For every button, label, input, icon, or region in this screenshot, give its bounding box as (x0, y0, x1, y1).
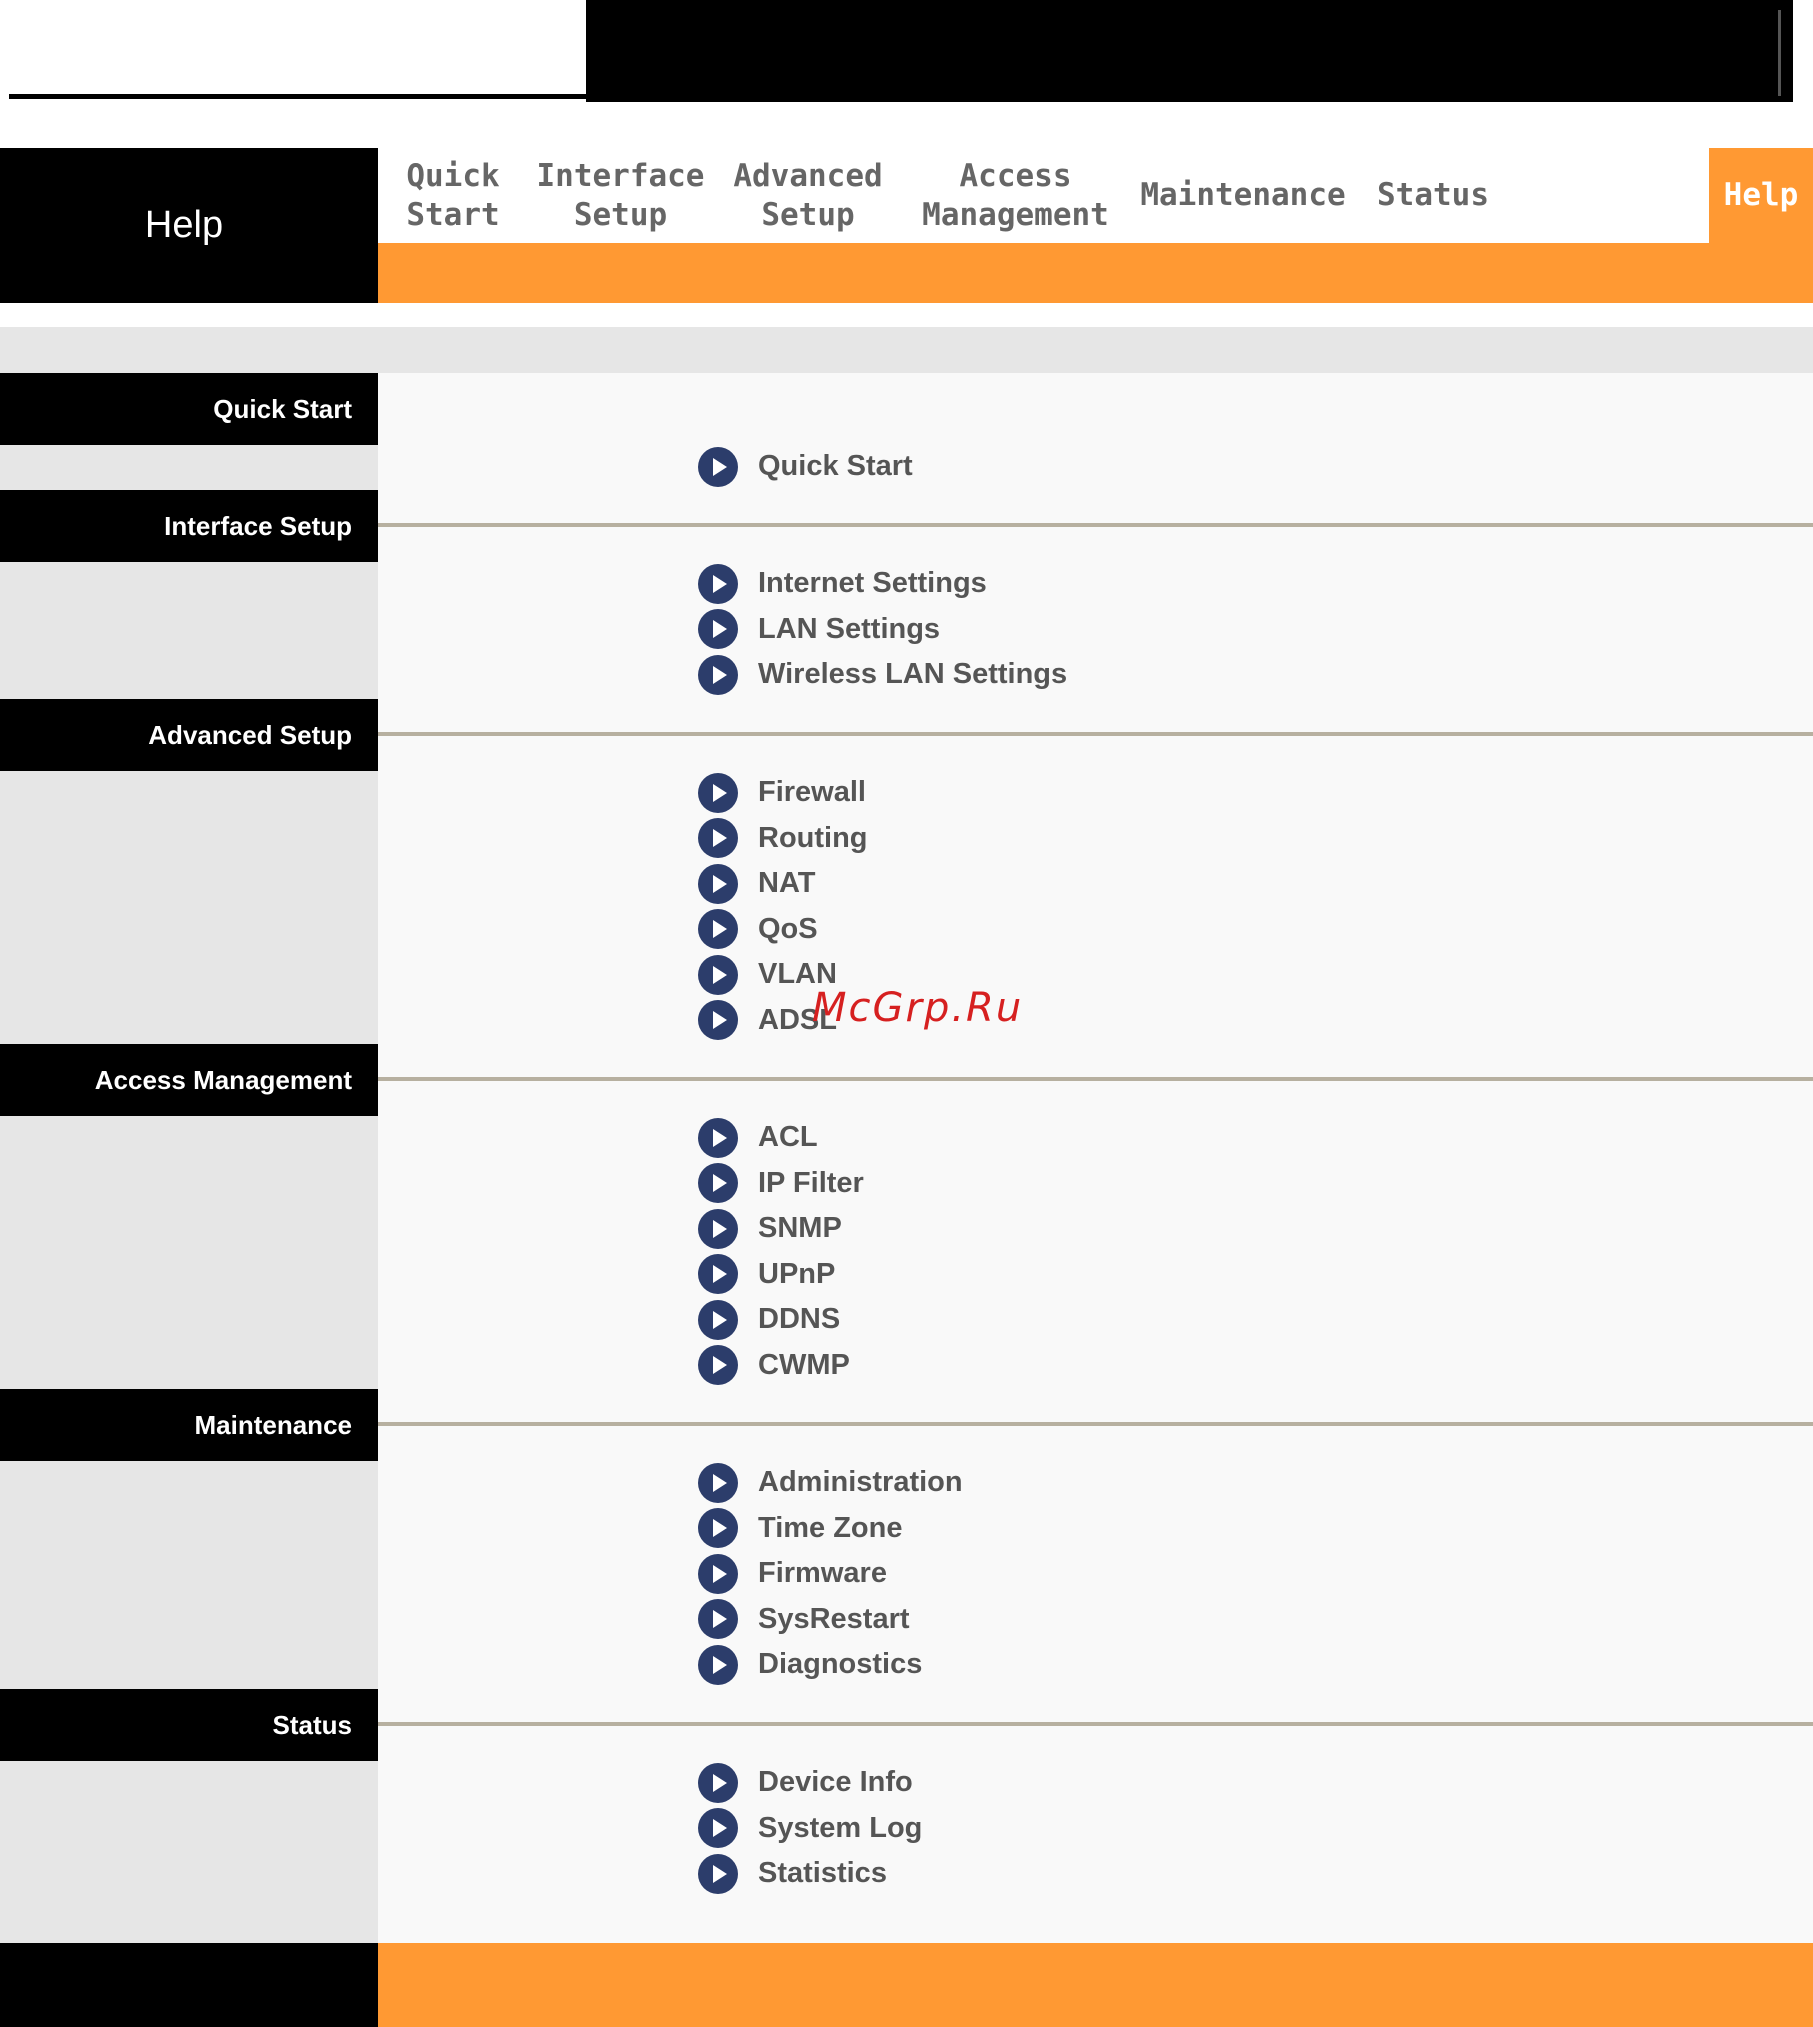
section-title-interface-setup: Interface Setup (0, 490, 378, 562)
section-title-quick-start: Quick Start (0, 373, 378, 445)
help-link-sysrestart[interactable]: SysRestart (698, 1597, 963, 1643)
arrow-right-icon (698, 1345, 738, 1386)
arrow-right-icon (698, 1808, 738, 1849)
tab-access-management[interactable]: Access Management (903, 148, 1128, 243)
help-link-snmp[interactable]: SNMP (698, 1206, 864, 1252)
top-nav: Quick Start Interface Setup Advanced Set… (378, 148, 1813, 243)
arrow-right-icon (698, 1163, 738, 1204)
arrow-right-icon (698, 863, 738, 904)
tab-quick-start[interactable]: Quick Start (378, 148, 528, 243)
help-link-routing[interactable]: Routing (698, 816, 868, 862)
arrow-right-icon (698, 772, 738, 813)
spacer-strip (0, 327, 1813, 373)
help-link-ip-filter[interactable]: IP Filter (698, 1161, 864, 1207)
arrow-right-icon (698, 1762, 738, 1803)
help-link-lan-settings[interactable]: LAN Settings (698, 607, 1067, 653)
help-link-quick-start[interactable]: Quick Start (698, 444, 913, 490)
section-title-status: Status (0, 1689, 378, 1761)
footer-left (0, 1943, 378, 2027)
arrow-right-icon (698, 1644, 738, 1685)
tab-maintenance[interactable]: Maintenance (1128, 148, 1358, 243)
arrow-right-icon (698, 1208, 738, 1249)
page-title: Help (144, 204, 224, 246)
help-link-device-info[interactable]: Device Info (698, 1760, 922, 1806)
arrow-right-icon (698, 1553, 738, 1594)
interface-setup-links: Internet Settings LAN Settings Wireless … (698, 561, 1067, 698)
help-link-time-zone[interactable]: Time Zone (698, 1506, 963, 1552)
help-link-upnp[interactable]: UPnP (698, 1252, 864, 1298)
access-management-links: ACL IP Filter SNMP UPnP DDNS CWMP (698, 1115, 864, 1388)
help-link-qos[interactable]: QoS (698, 907, 868, 953)
arrow-right-icon (698, 818, 738, 859)
arrow-right-icon (698, 563, 738, 604)
top-banner (586, 0, 1793, 102)
help-link-system-log[interactable]: System Log (698, 1806, 922, 1852)
arrow-right-icon (698, 609, 738, 650)
arrow-right-icon (698, 654, 738, 695)
arrow-right-icon (698, 1853, 738, 1894)
section-divider (378, 1722, 1813, 1726)
arrow-right-icon (698, 1000, 738, 1041)
section-title-advanced-setup: Advanced Setup (0, 699, 378, 771)
arrow-right-icon (698, 1508, 738, 1549)
section-divider (378, 1422, 1813, 1426)
help-link-nat[interactable]: NAT (698, 861, 868, 907)
help-link-cwmp[interactable]: CWMP (698, 1343, 864, 1389)
help-link-diagnostics[interactable]: Diagnostics (698, 1642, 963, 1688)
help-link-wireless-lan-settings[interactable]: Wireless LAN Settings (698, 652, 1067, 698)
help-link-statistics[interactable]: Statistics (698, 1851, 922, 1897)
help-link-internet-settings[interactable]: Internet Settings (698, 561, 1067, 607)
help-link-firewall[interactable]: Firewall (698, 770, 868, 816)
tab-advanced-setup[interactable]: Advanced Setup (713, 148, 903, 243)
maintenance-links: Administration Time Zone Firmware SysRes… (698, 1460, 963, 1688)
section-divider (378, 523, 1813, 527)
arrow-right-icon (698, 1117, 738, 1158)
help-link-firmware[interactable]: Firmware (698, 1551, 963, 1597)
arrow-right-icon (698, 909, 738, 950)
section-title-maintenance: Maintenance (0, 1389, 378, 1461)
arrow-right-icon (698, 954, 738, 995)
arrow-right-icon (698, 1462, 738, 1503)
watermark: McGrp.Ru (812, 985, 1024, 1031)
arrow-right-icon (698, 1254, 738, 1295)
section-divider (378, 732, 1813, 736)
banner-divider (9, 94, 599, 99)
arrow-right-icon (698, 1599, 738, 1640)
arrow-right-icon (698, 1299, 738, 1340)
tab-interface-setup[interactable]: Interface Setup (528, 148, 713, 243)
nav-underbar (378, 243, 1813, 303)
help-content (378, 373, 1813, 1943)
section-divider (378, 1077, 1813, 1081)
arrow-right-icon (698, 446, 738, 487)
section-title-access-management: Access Management (0, 1044, 378, 1116)
tab-help[interactable]: Help (1709, 148, 1813, 243)
quick-start-links: Quick Start (698, 444, 913, 490)
page-title-box: Help (0, 148, 378, 303)
help-link-acl[interactable]: ACL (698, 1115, 864, 1161)
status-links: Device Info System Log Statistics (698, 1760, 922, 1897)
footer-bar (378, 1943, 1813, 2027)
help-link-ddns[interactable]: DDNS (698, 1297, 864, 1343)
tab-status[interactable]: Status (1358, 148, 1508, 243)
banner-edge (1778, 10, 1781, 96)
help-link-administration[interactable]: Administration (698, 1460, 963, 1506)
